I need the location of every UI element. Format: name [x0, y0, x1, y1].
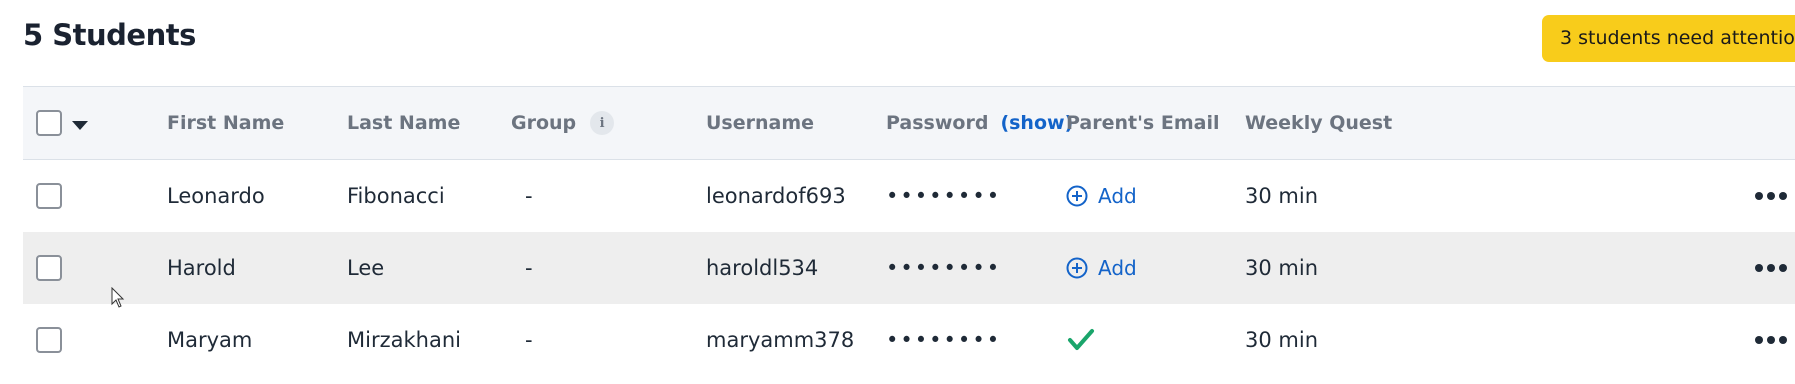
table-row[interactable]: Harold Lee - haroldl534 •••••••• Add 30 … [23, 232, 1795, 304]
group-cell: - [525, 184, 533, 208]
row-checkbox[interactable] [36, 255, 62, 281]
weekly-quest-cell: 30 min [1245, 184, 1318, 208]
page-header: 5 Students 3 students need attention [0, 0, 1795, 86]
column-header-parents-email[interactable]: Parent's Email [1066, 87, 1219, 159]
checkmark-icon [1068, 329, 1094, 350]
select-all-checkbox[interactable] [36, 110, 62, 136]
add-parent-email-link[interactable]: Add [1066, 184, 1137, 208]
table-header: First Name Last Name Group i Username Pa… [23, 86, 1795, 160]
column-header-first-name[interactable]: First Name [167, 87, 284, 159]
column-header-weekly-quest[interactable]: Weekly Quest [1245, 87, 1392, 159]
more-options-icon[interactable] [1755, 264, 1787, 272]
last-name-cell: Fibonacci [347, 184, 445, 208]
page-title: 5 Students [23, 18, 196, 52]
weekly-quest-cell: 30 min [1245, 328, 1318, 352]
select-all-control [36, 87, 88, 159]
last-name-cell: Lee [347, 256, 385, 280]
column-header-group-label: Group [511, 112, 577, 134]
info-icon[interactable]: i [590, 111, 615, 135]
row-checkbox[interactable] [36, 327, 62, 353]
row-checkbox[interactable] [36, 183, 62, 209]
first-name-cell: Leonardo [167, 184, 265, 208]
plus-circle-icon [1066, 257, 1088, 279]
column-header-password-label: Password [886, 112, 989, 134]
more-options-icon[interactable] [1755, 192, 1787, 200]
mouse-cursor-icon [111, 287, 125, 308]
password-cell: •••••••• [886, 184, 1002, 208]
attention-button[interactable]: 3 students need attention [1542, 15, 1795, 62]
more-options-icon[interactable] [1755, 336, 1787, 344]
username-cell: leonardof693 [706, 184, 846, 208]
password-cell: •••••••• [886, 256, 1002, 280]
table-row[interactable]: Leonardo Fibonacci - leonardof693 ••••••… [23, 160, 1795, 232]
show-passwords-link[interactable]: (show) [1000, 112, 1073, 134]
column-header-password: Password (show) [886, 87, 1073, 159]
last-name-cell: Mirzakhani [347, 328, 461, 352]
password-cell: •••••••• [886, 328, 1002, 352]
weekly-quest-cell: 30 min [1245, 256, 1318, 280]
add-label: Add [1098, 184, 1137, 208]
first-name-cell: Maryam [167, 328, 253, 352]
add-label: Add [1098, 256, 1137, 280]
add-parent-email-link[interactable]: Add [1066, 256, 1137, 280]
first-name-cell: Harold [167, 256, 236, 280]
username-cell: haroldl534 [706, 256, 819, 280]
plus-circle-icon [1066, 185, 1088, 207]
group-cell: - [525, 328, 533, 352]
students-table: First Name Last Name Group i Username Pa… [23, 86, 1795, 376]
select-options-caret-icon[interactable] [72, 120, 88, 130]
column-header-username[interactable]: Username [706, 87, 814, 159]
column-header-last-name[interactable]: Last Name [347, 87, 460, 159]
group-cell: - [525, 256, 533, 280]
username-cell: maryamm378 [706, 328, 855, 352]
column-header-group[interactable]: Group i [511, 87, 615, 159]
table-row[interactable]: Maryam Mirzakhani - maryamm378 •••••••• … [23, 304, 1795, 376]
